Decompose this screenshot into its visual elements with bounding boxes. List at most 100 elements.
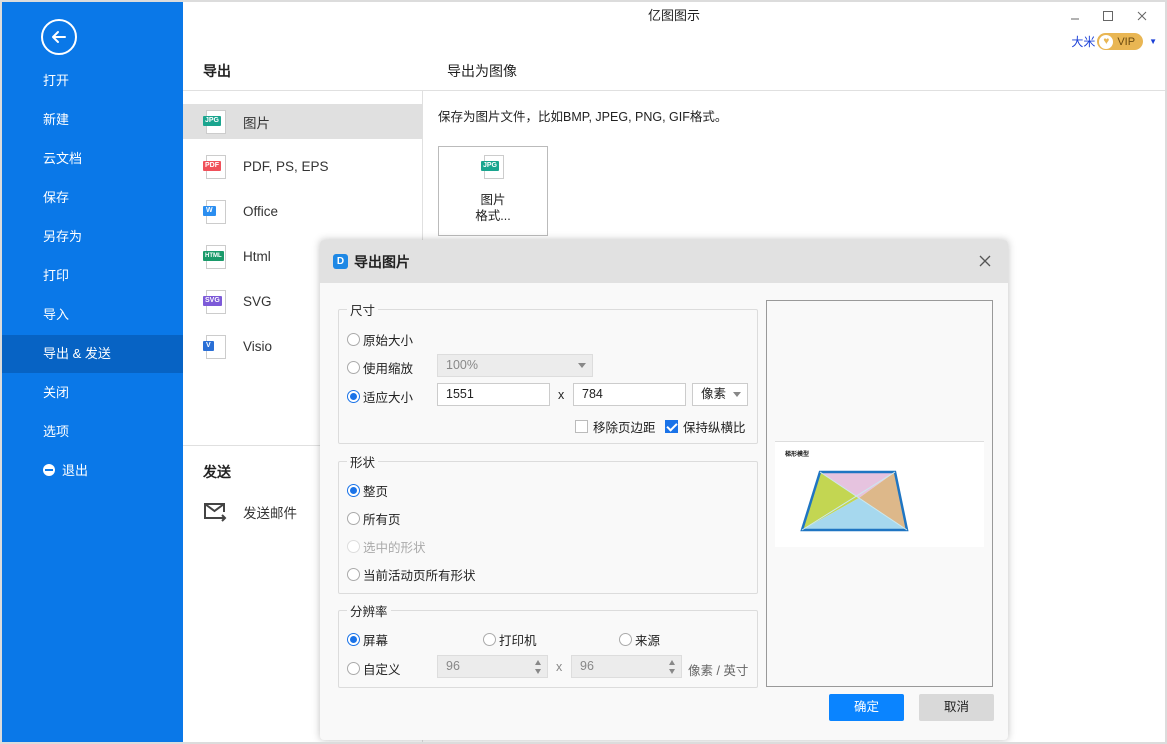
close-window-button[interactable] <box>1127 6 1157 26</box>
dpi-unit-label: 像素 / 英寸 <box>688 664 749 678</box>
radio-original-size[interactable]: 原始大小 <box>347 330 413 349</box>
app-window: 打开 新建 云文档 保存 另存为 打印 导入 导出 & 发送 关闭 选项 退出 … <box>2 2 1165 742</box>
spinner-arrows-icon <box>535 659 542 675</box>
radio-selected-shapes: 选中的形状 <box>347 537 426 556</box>
check-icon <box>665 420 678 433</box>
radio-label: 使用缩放 <box>363 362 414 376</box>
radio-screen[interactable]: 屏幕 <box>347 630 388 649</box>
tile-label-line1: 图片 <box>480 193 506 207</box>
sidebar-item-new[interactable]: 新建 <box>2 101 183 139</box>
sidebar-item-open[interactable]: 打开 <box>2 62 183 100</box>
dpi-x-spinner[interactable]: 96 <box>437 655 548 678</box>
visio-file-icon: V <box>203 334 227 359</box>
user-menu[interactable]: 大米 ♥ VIP ▼ <box>1071 33 1157 50</box>
sidebar-item-import[interactable]: 导入 <box>2 296 183 334</box>
sidebar-item-save[interactable]: 保存 <box>2 179 183 217</box>
export-item-label: SVG <box>243 294 272 309</box>
unit-select[interactable]: 像素 <box>692 383 748 406</box>
radio-label: 所有页 <box>363 513 401 527</box>
close-icon <box>1137 11 1147 21</box>
times-label: x <box>558 388 565 402</box>
cancel-button[interactable]: 取消 <box>919 694 994 721</box>
dialog-title: 导出图片 <box>354 253 410 270</box>
jpg-file-icon: JPG <box>481 155 505 179</box>
export-item-pdf[interactable]: PDF PDF, PS, EPS <box>183 149 423 184</box>
exit-label: 退出 <box>62 463 89 478</box>
radio-label: 自定义 <box>363 663 401 677</box>
radio-label: 屏幕 <box>363 634 389 648</box>
radio-printer[interactable]: 打印机 <box>483 630 537 649</box>
sidebar-item-close[interactable]: 关闭 <box>2 374 183 412</box>
export-heading: 导出 <box>203 63 231 79</box>
zoom-select[interactable]: 100% <box>437 354 593 377</box>
spinner-arrows-icon <box>669 659 676 675</box>
radio-use-zoom[interactable]: 使用缩放 <box>347 358 413 377</box>
resolution-legend: 分辨率 <box>350 605 388 619</box>
export-item-label: PDF, PS, EPS <box>243 159 329 174</box>
radio-custom[interactable]: 自定义 <box>347 659 401 678</box>
maximize-icon <box>1103 11 1113 21</box>
times-label: x <box>556 660 563 674</box>
chevron-down-icon <box>578 363 586 368</box>
shape-legend: 形状 <box>350 456 376 470</box>
remove-margin-checkbox[interactable]: 移除页边距 <box>575 417 656 436</box>
export-item-office[interactable]: W Office <box>183 194 423 229</box>
radio-all-pages[interactable]: 所有页 <box>347 509 401 528</box>
minus-circle-icon <box>43 464 55 476</box>
sidebar-item-cloud[interactable]: 云文档 <box>2 140 183 178</box>
radio-fit-size[interactable]: 适应大小 <box>347 387 413 406</box>
maximize-button[interactable] <box>1093 6 1123 26</box>
checkbox-label: 移除页边距 <box>593 421 656 435</box>
sidebar-item-export-send[interactable]: 导出 & 发送 <box>2 335 183 373</box>
export-item-image[interactable]: JPG 图片 <box>183 104 423 139</box>
dialog-close-button[interactable] <box>976 252 994 270</box>
jpg-file-icon: JPG <box>203 109 227 134</box>
radio-label: 整页 <box>363 485 389 499</box>
word-file-icon: W <box>203 199 227 224</box>
svg-file-icon: SVG <box>203 289 227 314</box>
image-panel-description: 保存为图片文件，比如BMP, JPEG, PNG, GIF格式。 <box>438 110 728 124</box>
radio-label: 原始大小 <box>363 334 414 348</box>
width-input[interactable]: 1551 <box>437 383 550 406</box>
arrow-left-icon <box>52 31 66 43</box>
vip-label: VIP <box>1117 35 1136 48</box>
radio-label: 当前活动页所有形状 <box>363 569 476 583</box>
height-input[interactable]: 784 <box>573 383 686 406</box>
sidebar-item-print[interactable]: 打印 <box>2 257 183 295</box>
mail-send-icon <box>204 502 227 522</box>
sidebar-item-exit[interactable]: 退出 <box>2 452 183 490</box>
preview-pane: 梯形模型 <box>766 300 993 687</box>
sidebar: 打开 新建 云文档 保存 另存为 打印 导入 导出 & 发送 关闭 选项 退出 <box>2 2 183 742</box>
tile-label-line2: 格式... <box>475 209 511 223</box>
export-item-label: Office <box>243 204 279 219</box>
radio-whole-page[interactable]: 整页 <box>347 481 388 500</box>
sidebar-item-options[interactable]: 选项 <box>2 413 183 451</box>
user-name: 大米 <box>1071 35 1096 49</box>
chevron-down-icon <box>733 392 741 397</box>
image-panel-heading: 导出为图像 <box>447 63 517 79</box>
radio-label: 选中的形状 <box>363 541 426 555</box>
caret-down-icon: ▼ <box>1149 37 1157 46</box>
send-heading: 发送 <box>203 464 231 480</box>
keep-ratio-checkbox[interactable]: 保持纵横比 <box>665 417 746 436</box>
minimize-icon <box>1071 18 1079 20</box>
back-button[interactable] <box>41 19 77 55</box>
preview-trapezoid-diagram <box>800 470 909 532</box>
export-image-dialog: D 导出图片 尺寸 原始大小 使用缩放 100% 适应大小 1551 x 784… <box>320 240 1008 740</box>
radio-active-page-shapes[interactable]: 当前活动页所有形状 <box>347 565 476 584</box>
checkbox-label: 保持纵横比 <box>683 421 746 435</box>
pdf-file-icon: PDF <box>203 154 227 179</box>
send-email-label: 发送邮件 <box>243 505 297 521</box>
sidebar-item-save-as[interactable]: 另存为 <box>2 218 183 256</box>
minimize-button[interactable] <box>1060 6 1090 26</box>
radio-label: 打印机 <box>499 634 537 648</box>
image-format-tile[interactable]: JPG 图片格式... <box>438 146 548 236</box>
preview-page: 梯形模型 <box>775 441 984 547</box>
size-legend: 尺寸 <box>350 304 376 318</box>
radio-source[interactable]: 来源 <box>619 630 660 649</box>
vip-heart-icon: ♥ <box>1099 34 1114 49</box>
vip-badge: ♥ VIP <box>1097 33 1144 50</box>
ok-button[interactable]: 确定 <box>829 694 904 721</box>
html-file-icon: HTML <box>203 244 227 269</box>
dpi-y-spinner[interactable]: 96 <box>571 655 682 678</box>
